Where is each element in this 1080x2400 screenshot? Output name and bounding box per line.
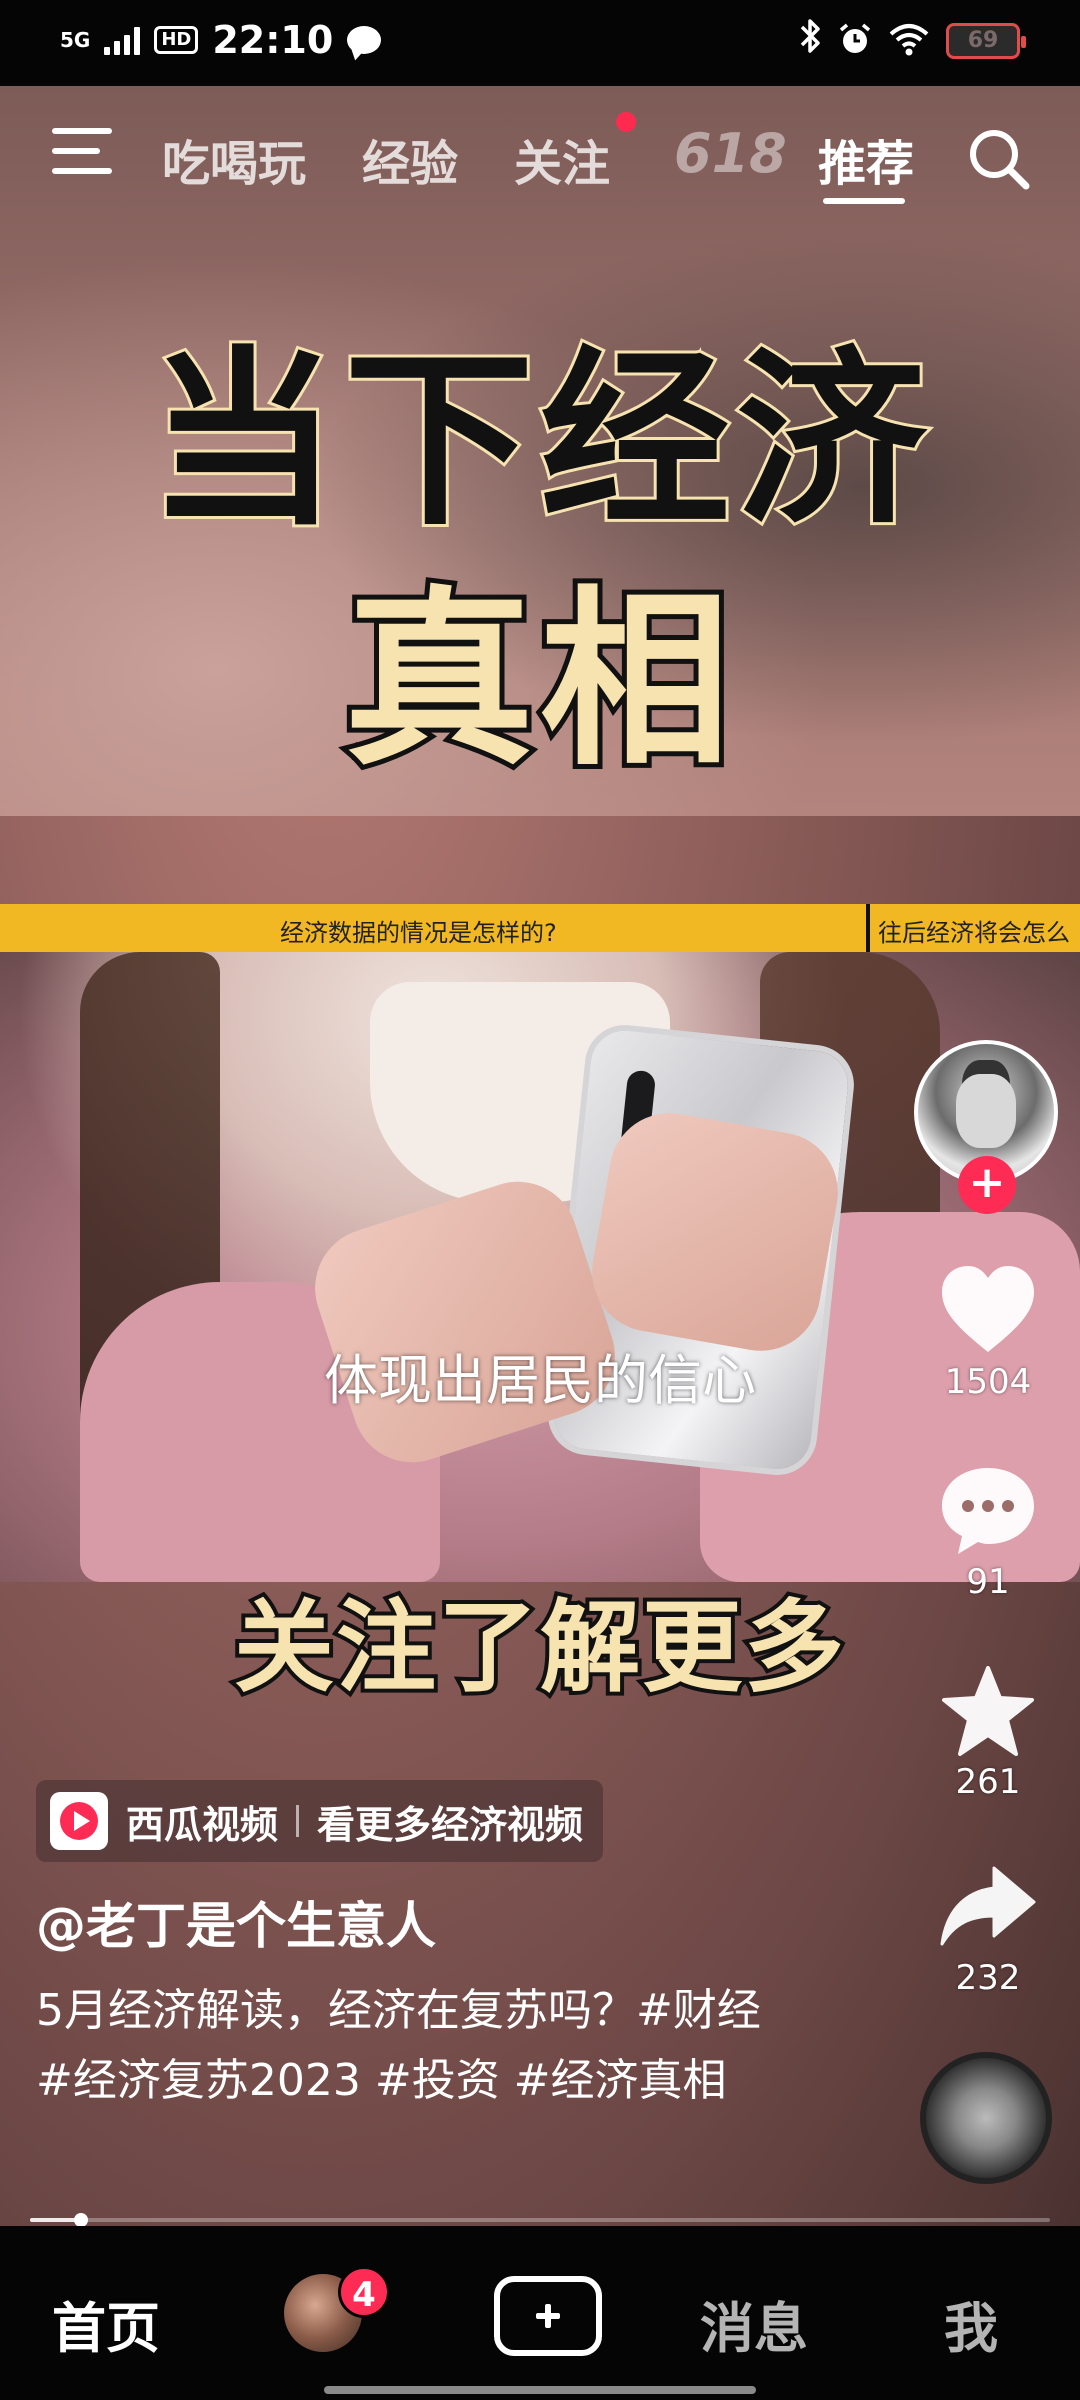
- tab-messages[interactable]: 消息: [700, 2284, 808, 2363]
- bluetooth-icon: [798, 18, 822, 63]
- alarm-icon: [838, 22, 872, 60]
- music-disc[interactable]: [920, 2052, 1052, 2184]
- following-notification-dot: [616, 112, 636, 132]
- promo-divider: [296, 1805, 300, 1837]
- video-progress-bar[interactable]: [30, 2213, 1050, 2227]
- top-navigation: 吃喝玩 经验 关注 618 推荐: [0, 86, 1080, 226]
- favorite-button[interactable]: [938, 1664, 1038, 1760]
- status-bar: 5G HD 22:10 69: [0, 0, 1080, 86]
- promo-text: 看更多经济视频: [317, 1802, 584, 1847]
- comment-icon: [942, 1468, 1034, 1554]
- signal-icon: [104, 25, 141, 55]
- favorite-count: 261: [955, 1762, 1021, 1802]
- follow-plus-button[interactable]: +: [958, 1156, 1016, 1214]
- tab-food-fun[interactable]: 吃喝玩: [162, 124, 306, 194]
- xigua-promo-tag[interactable]: 西瓜视频 看更多经济视频: [36, 1780, 604, 1862]
- like-count: 1504: [944, 1362, 1032, 1402]
- ticker-text-1: 经济数据的情况是怎样的?: [280, 919, 557, 947]
- author-name[interactable]: @老丁是个生意人: [36, 1886, 436, 1958]
- promo-app-name: 西瓜视频: [126, 1802, 279, 1847]
- friends-badge: 4: [338, 2266, 390, 2318]
- chat-icon: [347, 26, 382, 54]
- ticker-divider: [866, 904, 870, 952]
- share-count: 232: [955, 1958, 1021, 1998]
- heart-icon: [942, 1266, 1034, 1352]
- battery-icon: 69: [946, 22, 1026, 59]
- search-icon[interactable]: [966, 126, 1032, 192]
- share-button[interactable]: [938, 1860, 1038, 1956]
- comment-button[interactable]: [938, 1462, 1038, 1558]
- video-caption[interactable]: 5月经济解读，经济在复苏吗？#财经 #经济复苏2023 #投资 #经济真相: [36, 1976, 796, 2116]
- like-button[interactable]: [938, 1262, 1038, 1358]
- video-headline-line1: 当下经济: [145, 327, 932, 554]
- network-type: 5G: [60, 28, 91, 52]
- xigua-logo-icon: [50, 1792, 108, 1850]
- share-icon: [940, 1866, 1036, 1946]
- progress-knob[interactable]: [74, 2213, 88, 2227]
- tab-me[interactable]: 我: [944, 2284, 998, 2363]
- tab-home[interactable]: 首页: [52, 2284, 160, 2363]
- ticker-text-2: 往后经济将会怎么: [878, 919, 1070, 947]
- clock: 22:10: [212, 18, 334, 62]
- tab-following[interactable]: 关注: [514, 124, 610, 194]
- bottom-tab-bar: 首页 4 消息 我: [0, 2226, 1080, 2400]
- video-headline-line2: 真相: [339, 565, 736, 796]
- home-indicator[interactable]: [324, 2386, 756, 2394]
- tab-618[interactable]: 618: [674, 122, 787, 185]
- wifi-icon: [888, 22, 930, 60]
- comment-count: 91: [966, 1562, 1010, 1602]
- menu-icon[interactable]: [52, 128, 112, 176]
- hd-icon: HD: [154, 26, 199, 54]
- video-scene-image: [0, 952, 1080, 1582]
- news-ticker: 经济数据的情况是怎样的? 往后经济将会怎么: [0, 904, 1080, 952]
- create-button[interactable]: [494, 2276, 602, 2356]
- tab-experience[interactable]: 经验: [362, 124, 458, 194]
- tab-recommended[interactable]: 推荐: [818, 124, 914, 194]
- star-icon: [942, 1666, 1034, 1756]
- active-tab-indicator: [823, 198, 905, 204]
